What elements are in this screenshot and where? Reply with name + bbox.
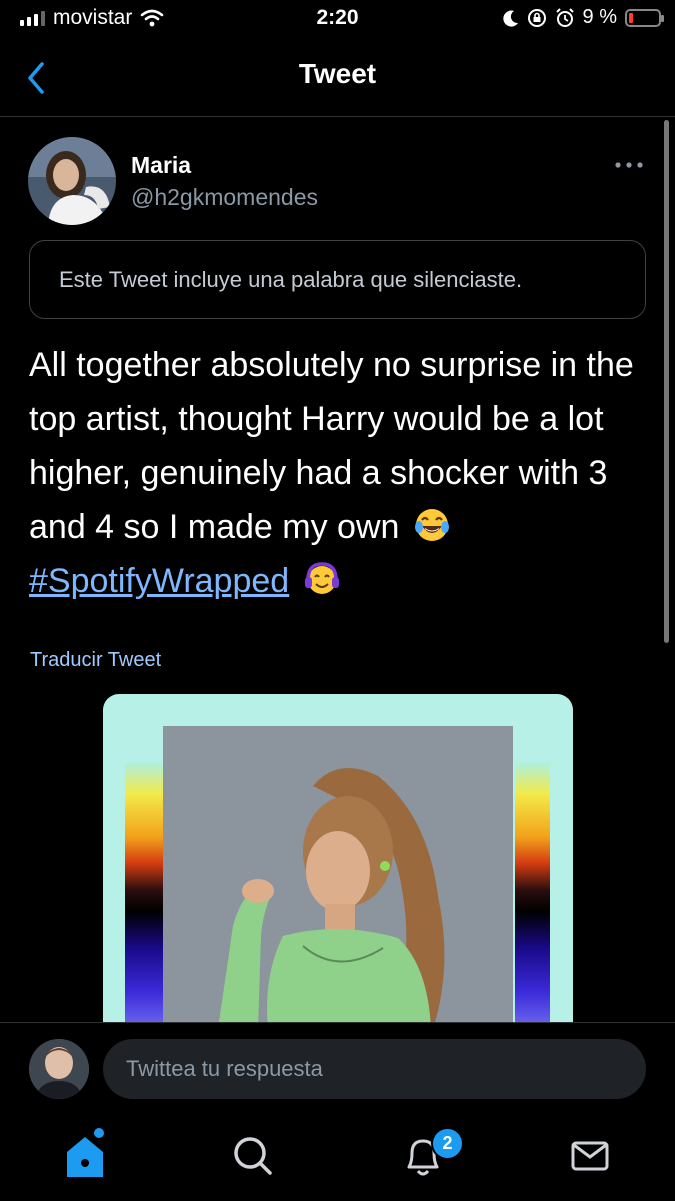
messages-icon[interactable] xyxy=(560,1125,620,1185)
scrollbar[interactable] xyxy=(664,120,669,643)
more-options-icon[interactable] xyxy=(612,158,646,172)
headphones-face-emoji xyxy=(304,562,339,594)
nav-bar: Tweet xyxy=(0,40,675,117)
user-avatar[interactable] xyxy=(29,1039,89,1099)
status-bar-right: 9 % xyxy=(502,6,664,29)
notifications-badge: 2 xyxy=(431,1127,464,1160)
muted-word-notice: Este Tweet incluye una palabra que silen… xyxy=(29,240,646,319)
home-icon[interactable] xyxy=(55,1125,115,1185)
search-icon[interactable] xyxy=(223,1125,283,1185)
page-title: Tweet xyxy=(298,58,377,89)
author-avatar[interactable] xyxy=(28,137,116,225)
translate-tweet-link[interactable]: Traducir Tweet xyxy=(30,649,161,672)
tears-of-joy-emoji xyxy=(414,509,449,541)
author-name[interactable]: Maria xyxy=(131,152,191,179)
gradient-stripe-left xyxy=(125,762,163,1029)
reply-placeholder: Twittea tu respuesta xyxy=(126,1056,323,1081)
orientation-lock-icon xyxy=(527,8,546,27)
moon-icon xyxy=(502,10,518,27)
status-bar: movistar 2:20 9 % xyxy=(0,0,675,40)
author-handle[interactable]: @h2gkmomendes xyxy=(131,184,318,211)
gradient-stripe-right xyxy=(515,762,550,1029)
muted-word-notice-text: Este Tweet incluye una palabra que silen… xyxy=(59,266,523,292)
artist-photo xyxy=(163,726,513,1029)
tweet-media-image[interactable] xyxy=(103,694,573,1029)
battery-icon xyxy=(625,8,664,27)
tweet-text: All together absolutely no surprise in t… xyxy=(29,346,634,546)
reply-bar: Twittea tu respuesta xyxy=(0,1022,675,1201)
alarm-icon xyxy=(555,7,574,27)
reply-input[interactable]: Twittea tu respuesta xyxy=(103,1039,646,1099)
hashtag-link[interactable]: #SpotifyWrapped xyxy=(29,562,289,600)
battery-percent: 9 % xyxy=(582,6,617,28)
tweet-body: All together absolutely no surprise in t… xyxy=(29,338,649,608)
tab-bar xyxy=(0,1125,675,1191)
